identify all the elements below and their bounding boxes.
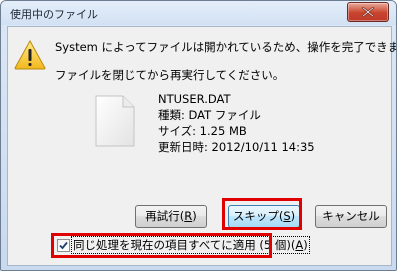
error-message: System によってファイルは開かれているため、操作を完了できません。 <box>55 40 397 54</box>
file-icon <box>95 95 135 147</box>
warning-icon <box>14 40 46 70</box>
title-bar[interactable]: 使用中のファイル <box>1 1 396 25</box>
instruction-message: ファイルを閉じてから再実行してください。 <box>55 68 285 82</box>
window-title: 使用中のファイル <box>10 8 98 21</box>
skip-highlight-box <box>222 198 302 230</box>
file-type: 種類: DAT ファイル <box>158 108 261 122</box>
file-modified: 更新日時: 2012/10/11 14:35 <box>158 140 315 154</box>
close-icon <box>362 7 374 17</box>
cancel-button[interactable]: キャンセル <box>315 205 387 228</box>
dialog-content: System によってファイルは開かれているため、操作を完了できません。 ファイ… <box>7 26 396 266</box>
retry-accesskey: R <box>184 209 193 223</box>
apply-all-accesskey: A <box>295 238 304 252</box>
file-info: NTUSER.DAT 種類: DAT ファイル サイズ: 1.25 MB 更新日… <box>158 91 315 155</box>
dialog-window: 使用中のファイル System によってファイルは開かれているため、操作を完了で… <box>0 0 397 271</box>
checkbox-highlight-box <box>51 233 272 258</box>
file-name: NTUSER.DAT <box>158 92 231 106</box>
retry-button[interactable]: 再試行(R) <box>135 205 207 228</box>
close-button[interactable] <box>347 2 389 22</box>
cancel-label: キャンセル <box>322 209 380 223</box>
retry-label: 再試行 <box>145 209 180 223</box>
file-size: サイズ: 1.25 MB <box>158 124 247 138</box>
